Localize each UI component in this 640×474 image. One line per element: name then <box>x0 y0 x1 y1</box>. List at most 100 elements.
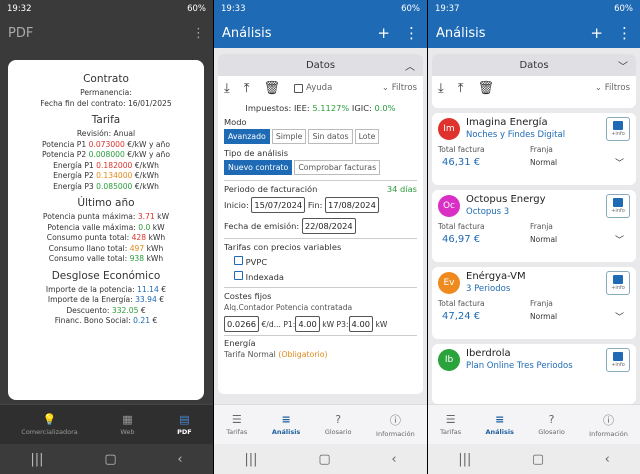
help-icon: ? <box>335 413 342 426</box>
periodo-row: Periodo de facturación 34 días <box>224 184 417 194</box>
app-bar: Análisis + ⋮ <box>428 18 640 48</box>
impuestos-row: Impuestos: IEE: 5.1127% IGIC: 0.0% <box>245 103 396 113</box>
more-info-button[interactable]: +info <box>606 117 630 141</box>
franja-value: Normal <box>530 312 558 321</box>
total-value: 47,24 € <box>442 311 481 322</box>
pvpc-checkbox[interactable]: PVPC <box>228 256 423 268</box>
tab-tarifas[interactable]: ☰ Tarifas <box>226 413 247 436</box>
bottom-tabs: ☰ Tarifas ≡ Análisis ? Glosario ⓘ Informació… <box>428 404 640 444</box>
company-logo: Im <box>438 118 460 140</box>
fin-input[interactable]: 17/08/2024 <box>325 197 379 213</box>
recents-icon[interactable]: ||| <box>458 452 471 467</box>
tab-pdf[interactable]: ▤ PDF <box>177 413 192 436</box>
emision-input[interactable]: 22/08/2024 <box>301 218 356 234</box>
total-value: 46,31 € <box>442 157 481 168</box>
tab-tarifas[interactable]: ☰ Tarifas <box>440 413 461 436</box>
consumo-valle: Consumo valle total: 938 kWh <box>48 254 164 263</box>
tarifa-card[interactable]: Ev Enérgya-VM 3 Periodos +info Total fac… <box>432 267 636 339</box>
more-info-button[interactable]: +info <box>606 271 630 295</box>
contrato-heading: Contrato <box>83 73 129 85</box>
franja-value: Normal <box>530 235 558 244</box>
chevron-down-icon[interactable]: ﹀ <box>615 156 624 169</box>
chevron-down-icon[interactable]: ﹀ <box>615 233 624 246</box>
modo-sin-datos[interactable]: Sin datos <box>308 129 353 144</box>
more-info-button[interactable]: +info <box>606 348 630 372</box>
home-icon[interactable]: ▢ <box>104 452 116 467</box>
download-icon[interactable]: ⤓ <box>224 81 230 96</box>
recents-icon[interactable]: ||| <box>244 452 257 467</box>
datos-panel: Datos ﹀ ⤓ ⤒ 🗑 ⌄ Filtros <box>432 54 636 108</box>
modo-selector: Avanzado Simple Sin datos Lote <box>218 128 423 145</box>
web-icon: ▦ <box>122 413 133 426</box>
tipo-comprobar[interactable]: Comprobar facturas <box>294 160 381 175</box>
more-icon[interactable]: ⋮ <box>404 24 419 42</box>
importe-potencia: Importe de la potencia: 11.14 € <box>45 284 167 294</box>
tarifa-card[interactable]: Ib Iberdrola Plan Online Tres Periodos +… <box>432 344 636 404</box>
indexada-checkbox[interactable]: Indexada <box>228 271 423 283</box>
tab-informacion[interactable]: ⓘ Información <box>376 412 415 438</box>
tab-glosario[interactable]: ? Glosario <box>538 413 565 436</box>
back-icon[interactable]: ‹ <box>605 452 610 467</box>
filtros-toggle[interactable]: ⌄ Filtros <box>382 83 417 93</box>
screen-pdf: 19:32 60% PDF ⋮ Contrato Permanencia: Fe… <box>0 0 213 474</box>
chevron-down-icon[interactable]: ﹀ <box>615 310 624 323</box>
datos-header[interactable]: Datos ﹀ <box>432 54 636 76</box>
tab-analisis[interactable]: ≡ Análisis <box>272 413 300 436</box>
status-battery: 60% <box>401 4 420 14</box>
chevron-down-icon[interactable]: ﹀ <box>618 58 628 73</box>
analysis-icon: ≡ <box>495 413 505 426</box>
tab-informacion[interactable]: ⓘ Información <box>589 412 628 438</box>
descuento: Descuento: 332.05 € <box>66 305 146 315</box>
alq-label: Alq.Contador Potencia contratada <box>224 303 353 312</box>
p3-input[interactable]: 4.00 <box>348 316 374 332</box>
add-icon[interactable]: + <box>377 24 390 42</box>
tab-glosario[interactable]: ? Glosario <box>325 413 352 436</box>
system-nav: ||| ▢ ‹ <box>214 444 427 474</box>
plan-name: 3 Periodos <box>466 284 511 294</box>
fechas-row: Inicio: 15/07/2024 Fin: 17/08/2024 <box>218 197 423 213</box>
tarifa-card[interactable]: Oc Octopus Energy Octopus 3 +info Total … <box>432 190 636 262</box>
tipo-label: Tipo de análisis <box>224 148 289 158</box>
recents-icon[interactable]: ||| <box>30 452 43 467</box>
more-icon[interactable]: ⋮ <box>617 24 632 42</box>
status-bar: 19:37 60% <box>428 0 640 18</box>
modo-avanzado[interactable]: Avanzado <box>224 129 270 144</box>
info-icon <box>613 198 623 207</box>
delete-icon[interactable]: 🗑 <box>264 81 281 96</box>
filtros-toggle[interactable]: ⌄ Filtros <box>595 83 630 93</box>
more-icon[interactable]: ⋮ <box>192 26 205 41</box>
tab-analisis[interactable]: ≡ Análisis <box>485 413 513 436</box>
tab-comercializadora[interactable]: 💡 Comercializadora <box>21 413 78 436</box>
company-logo: Oc <box>438 195 460 217</box>
tab-web[interactable]: ▦ Web <box>120 413 134 436</box>
modo-simple[interactable]: Simple <box>271 129 307 144</box>
bottom-tabs: 💡 Comercializadora ▦ Web ▤ PDF <box>0 404 213 444</box>
company-logo: Ib <box>438 349 460 371</box>
tarifa-card[interactable]: Im Imagina Energía Noches y Findes Digit… <box>432 113 636 185</box>
back-icon[interactable]: ‹ <box>391 452 396 467</box>
chevron-up-icon[interactable]: ︿ <box>405 58 415 73</box>
app-bar: Análisis + ⋮ <box>214 18 427 48</box>
tipo-nuevo[interactable]: Nuevo contrato <box>224 160 293 175</box>
upload-icon[interactable]: ⤒ <box>458 81 464 96</box>
page-title: Análisis <box>222 25 272 41</box>
datos-header[interactable]: Datos ︿ <box>218 54 423 76</box>
info-icon <box>613 352 623 361</box>
home-icon[interactable]: ▢ <box>318 452 330 467</box>
delete-icon[interactable]: 🗑 <box>478 81 495 96</box>
add-icon[interactable]: + <box>590 24 603 42</box>
home-icon[interactable]: ▢ <box>532 452 544 467</box>
ayuda-checkbox[interactable]: Ayuda <box>294 83 332 93</box>
inicio-input[interactable]: 15/07/2024 <box>251 197 306 213</box>
alq-input[interactable]: 0.0266 <box>224 316 260 332</box>
help-icon: ? <box>548 413 555 426</box>
toolbar: ⤓ ⤒ 🗑 ⌄ Filtros <box>432 76 636 100</box>
back-icon[interactable]: ‹ <box>177 452 182 467</box>
page-title: Análisis <box>436 25 486 41</box>
modo-lote[interactable]: Lote <box>354 129 380 144</box>
potencia-p2: Potencia P2 0.008000 €/kW y año <box>42 150 170 159</box>
upload-icon[interactable]: ⤒ <box>244 81 250 96</box>
download-icon[interactable]: ⤓ <box>438 81 444 96</box>
more-info-button[interactable]: +info <box>606 194 630 218</box>
p1-input[interactable]: 4.00 <box>295 316 320 332</box>
